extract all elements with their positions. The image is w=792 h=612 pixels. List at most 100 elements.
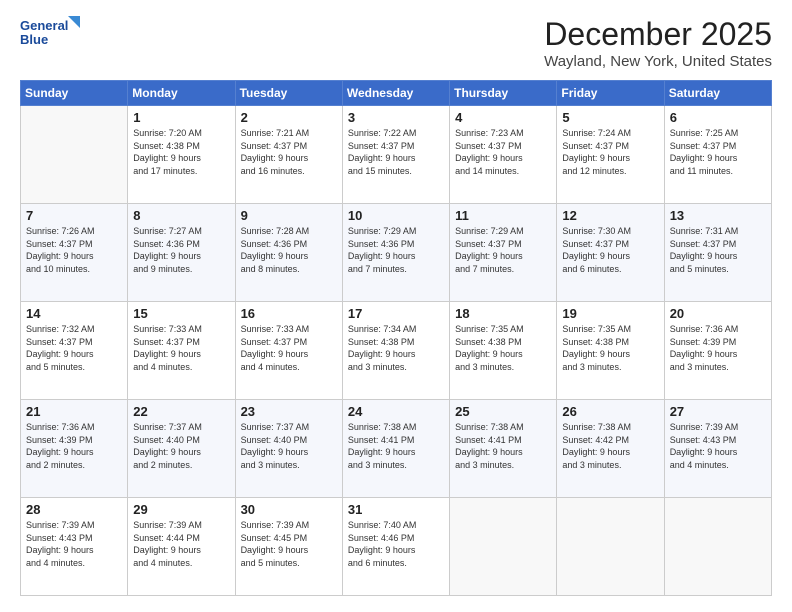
day-cell: 21Sunrise: 7:36 AM Sunset: 4:39 PM Dayli… bbox=[21, 400, 128, 498]
day-cell: 12 Sunrise: 7:30 AM Sunset: 4:37 PM Dayli… bbox=[557, 204, 664, 302]
day-number: 30 bbox=[241, 502, 337, 517]
day-number: 14 bbox=[26, 306, 122, 321]
header-friday: Friday bbox=[557, 81, 664, 106]
day-info: Sunrise: 7:29 AM Sunset: 4:37 PM Dayligh… bbox=[455, 225, 551, 275]
day-info: Sunrise: 7:37 AM Sunset: 4:40 PM Dayligh… bbox=[241, 421, 337, 471]
day-cell: 28 Sunrise: 7:39 AM Sunset: 4:43 PM Dayli… bbox=[21, 498, 128, 596]
day-cell bbox=[664, 498, 771, 596]
logo: General Blue bbox=[20, 16, 80, 52]
day-cell bbox=[557, 498, 664, 596]
day-cell: 23 Sunrise: 7:37 AM Sunset: 4:40 PM Dayli… bbox=[235, 400, 342, 498]
day-info: Sunrise: 7:23 AM Sunset: 4:37 PM Dayligh… bbox=[455, 127, 551, 177]
day-cell: 3 Sunrise: 7:22 AM Sunset: 4:37 PM Daylig… bbox=[342, 106, 449, 204]
day-number: 16 bbox=[241, 306, 337, 321]
day-info: Sunrise: 7:38 AM Sunset: 4:42 PM Dayligh… bbox=[562, 421, 658, 471]
day-info: Sunrise: 7:21 AM Sunset: 4:37 PM Dayligh… bbox=[241, 127, 337, 177]
day-cell: 14 Sunrise: 7:32 AM Sunset: 4:37 PM Dayli… bbox=[21, 302, 128, 400]
day-cell: 10 Sunrise: 7:29 AM Sunset: 4:36 PM Dayli… bbox=[342, 204, 449, 302]
day-number: 17 bbox=[348, 306, 444, 321]
day-info: Sunrise: 7:36 AM Sunset: 4:39 PM Dayligh… bbox=[670, 323, 766, 373]
week-row-5: 28 Sunrise: 7:39 AM Sunset: 4:43 PM Dayli… bbox=[21, 498, 772, 596]
day-number: 23 bbox=[241, 404, 337, 419]
day-cell: 4 Sunrise: 7:23 AM Sunset: 4:37 PM Daylig… bbox=[450, 106, 557, 204]
day-info: Sunrise: 7:24 AM Sunset: 4:37 PM Dayligh… bbox=[562, 127, 658, 177]
day-cell: 5 Sunrise: 7:24 AM Sunset: 4:37 PM Daylig… bbox=[557, 106, 664, 204]
week-row-4: 21Sunrise: 7:36 AM Sunset: 4:39 PM Dayli… bbox=[21, 400, 772, 498]
day-cell: 16Sunrise: 7:33 AM Sunset: 4:37 PM Dayli… bbox=[235, 302, 342, 400]
header-row: SundayMondayTuesdayWednesdayThursdayFrid… bbox=[21, 81, 772, 106]
day-number: 19 bbox=[562, 306, 658, 321]
day-number: 29 bbox=[133, 502, 229, 517]
day-info: Sunrise: 7:35 AM Sunset: 4:38 PM Dayligh… bbox=[562, 323, 658, 373]
day-cell bbox=[450, 498, 557, 596]
day-info: Sunrise: 7:39 AM Sunset: 4:43 PM Dayligh… bbox=[670, 421, 766, 471]
calendar-page: General Blue December 2025 Wayland, New … bbox=[0, 0, 792, 612]
day-info: Sunrise: 7:38 AM Sunset: 4:41 PM Dayligh… bbox=[455, 421, 551, 471]
header-wednesday: Wednesday bbox=[342, 81, 449, 106]
header-tuesday: Tuesday bbox=[235, 81, 342, 106]
day-number: 12 bbox=[562, 208, 658, 223]
day-cell: 19 Sunrise: 7:35 AM Sunset: 4:38 PM Dayli… bbox=[557, 302, 664, 400]
header-thursday: Thursday bbox=[450, 81, 557, 106]
title-area: December 2025 Wayland, New York, United … bbox=[544, 16, 772, 70]
day-cell: 9Sunrise: 7:28 AM Sunset: 4:36 PM Daylig… bbox=[235, 204, 342, 302]
day-info: Sunrise: 7:31 AM Sunset: 4:37 PM Dayligh… bbox=[670, 225, 766, 275]
week-row-1: 1Sunrise: 7:20 AM Sunset: 4:38 PM Daylig… bbox=[21, 106, 772, 204]
svg-text:Blue: Blue bbox=[20, 32, 48, 47]
day-cell: 24 Sunrise: 7:38 AM Sunset: 4:41 PM Dayli… bbox=[342, 400, 449, 498]
day-info: Sunrise: 7:39 AM Sunset: 4:44 PM Dayligh… bbox=[133, 519, 229, 569]
header: General Blue December 2025 Wayland, New … bbox=[20, 16, 772, 70]
day-cell: 31Sunrise: 7:40 AM Sunset: 4:46 PM Dayli… bbox=[342, 498, 449, 596]
day-info: Sunrise: 7:32 AM Sunset: 4:37 PM Dayligh… bbox=[26, 323, 122, 373]
calendar-table: SundayMondayTuesdayWednesdayThursdayFrid… bbox=[20, 80, 772, 596]
calendar-subtitle: Wayland, New York, United States bbox=[544, 53, 772, 70]
day-number: 28 bbox=[26, 502, 122, 517]
day-info: Sunrise: 7:39 AM Sunset: 4:45 PM Dayligh… bbox=[241, 519, 337, 569]
day-cell: 8Sunrise: 7:27 AM Sunset: 4:36 PM Daylig… bbox=[128, 204, 235, 302]
week-row-2: 7Sunrise: 7:26 AM Sunset: 4:37 PM Daylig… bbox=[21, 204, 772, 302]
day-number: 6 bbox=[670, 110, 766, 125]
day-info: Sunrise: 7:33 AM Sunset: 4:37 PM Dayligh… bbox=[133, 323, 229, 373]
day-cell: 20 Sunrise: 7:36 AM Sunset: 4:39 PM Dayli… bbox=[664, 302, 771, 400]
day-number: 27 bbox=[670, 404, 766, 419]
day-number: 18 bbox=[455, 306, 551, 321]
day-info: Sunrise: 7:38 AM Sunset: 4:41 PM Dayligh… bbox=[348, 421, 444, 471]
day-cell bbox=[21, 106, 128, 204]
day-number: 11 bbox=[455, 208, 551, 223]
day-cell: 13 Sunrise: 7:31 AM Sunset: 4:37 PM Dayli… bbox=[664, 204, 771, 302]
day-number: 3 bbox=[348, 110, 444, 125]
day-number: 31 bbox=[348, 502, 444, 517]
day-info: Sunrise: 7:20 AM Sunset: 4:38 PM Dayligh… bbox=[133, 127, 229, 177]
week-row-3: 14 Sunrise: 7:32 AM Sunset: 4:37 PM Dayli… bbox=[21, 302, 772, 400]
day-info: Sunrise: 7:30 AM Sunset: 4:37 PM Dayligh… bbox=[562, 225, 658, 275]
day-number: 5 bbox=[562, 110, 658, 125]
day-cell: 17 Sunrise: 7:34 AM Sunset: 4:38 PM Dayli… bbox=[342, 302, 449, 400]
day-number: 2 bbox=[241, 110, 337, 125]
day-cell: 7Sunrise: 7:26 AM Sunset: 4:37 PM Daylig… bbox=[21, 204, 128, 302]
day-cell: 30 Sunrise: 7:39 AM Sunset: 4:45 PM Dayli… bbox=[235, 498, 342, 596]
header-sunday: Sunday bbox=[21, 81, 128, 106]
day-number: 13 bbox=[670, 208, 766, 223]
day-cell: 25 Sunrise: 7:38 AM Sunset: 4:41 PM Dayli… bbox=[450, 400, 557, 498]
day-info: Sunrise: 7:37 AM Sunset: 4:40 PM Dayligh… bbox=[133, 421, 229, 471]
day-info: Sunrise: 7:34 AM Sunset: 4:38 PM Dayligh… bbox=[348, 323, 444, 373]
day-cell: 18 Sunrise: 7:35 AM Sunset: 4:38 PM Dayli… bbox=[450, 302, 557, 400]
day-info: Sunrise: 7:22 AM Sunset: 4:37 PM Dayligh… bbox=[348, 127, 444, 177]
day-number: 20 bbox=[670, 306, 766, 321]
day-cell: 22Sunrise: 7:37 AM Sunset: 4:40 PM Dayli… bbox=[128, 400, 235, 498]
day-number: 26 bbox=[562, 404, 658, 419]
day-info: Sunrise: 7:25 AM Sunset: 4:37 PM Dayligh… bbox=[670, 127, 766, 177]
day-cell: 15Sunrise: 7:33 AM Sunset: 4:37 PM Dayli… bbox=[128, 302, 235, 400]
day-info: Sunrise: 7:39 AM Sunset: 4:43 PM Dayligh… bbox=[26, 519, 122, 569]
day-cell: 29 Sunrise: 7:39 AM Sunset: 4:44 PM Dayli… bbox=[128, 498, 235, 596]
day-number: 9 bbox=[241, 208, 337, 223]
day-number: 4 bbox=[455, 110, 551, 125]
day-cell: 11 Sunrise: 7:29 AM Sunset: 4:37 PM Dayli… bbox=[450, 204, 557, 302]
svg-text:General: General bbox=[20, 18, 68, 33]
day-number: 24 bbox=[348, 404, 444, 419]
day-number: 25 bbox=[455, 404, 551, 419]
day-number: 7 bbox=[26, 208, 122, 223]
day-number: 10 bbox=[348, 208, 444, 223]
day-info: Sunrise: 7:29 AM Sunset: 4:36 PM Dayligh… bbox=[348, 225, 444, 275]
day-info: Sunrise: 7:35 AM Sunset: 4:38 PM Dayligh… bbox=[455, 323, 551, 373]
